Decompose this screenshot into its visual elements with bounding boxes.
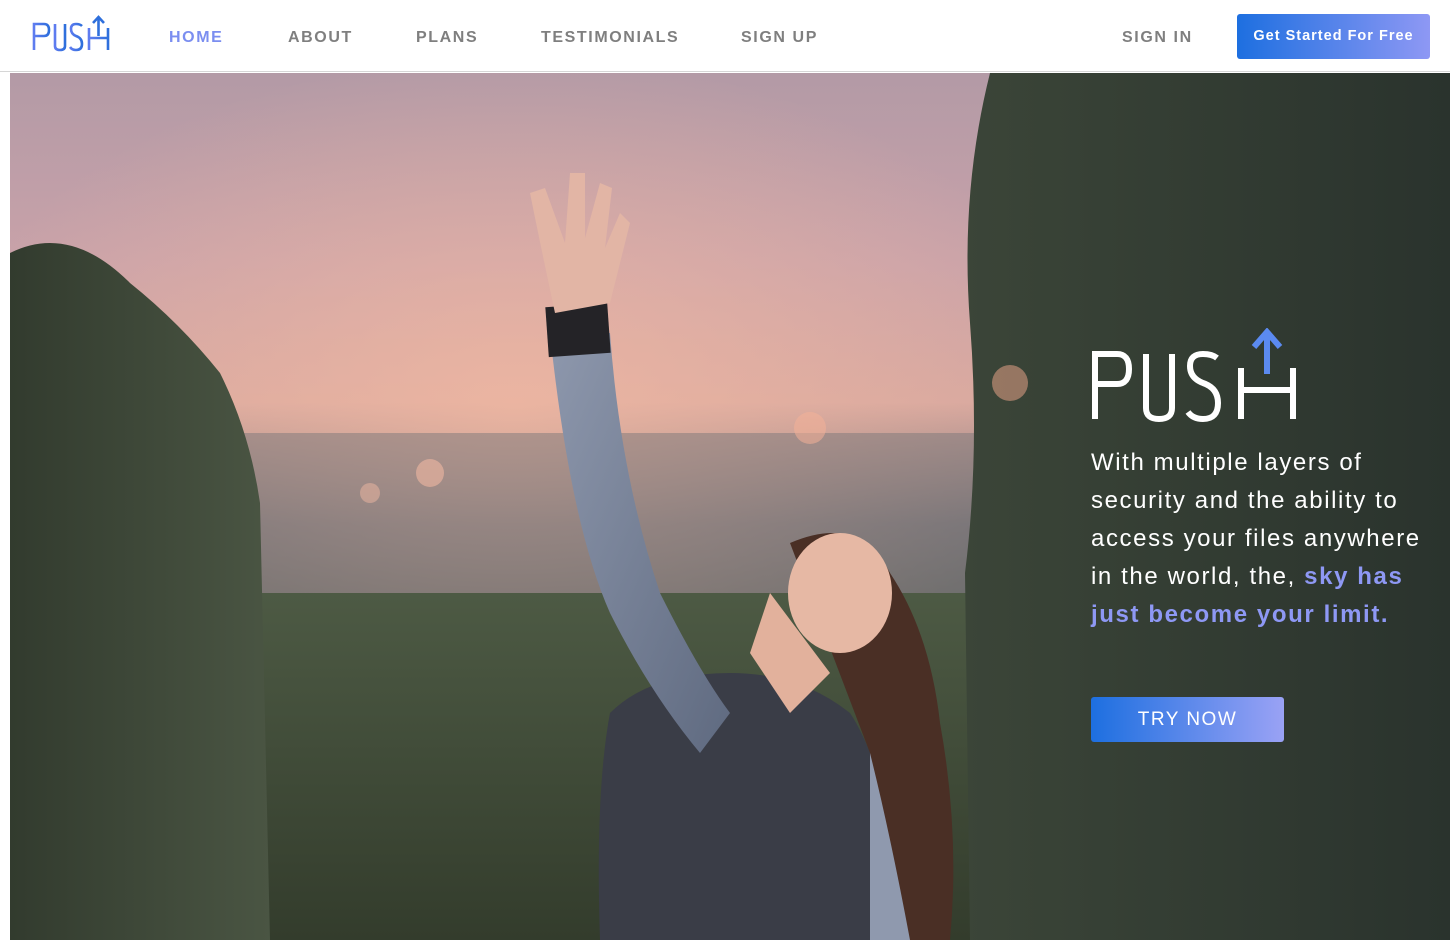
hero-description: With multiple layers of security and the…	[1091, 444, 1431, 634]
push-logo[interactable]	[32, 14, 116, 54]
nav-plans[interactable]: PLANS	[416, 29, 478, 47]
try-now-button[interactable]: TRY NOW	[1091, 697, 1284, 742]
nav-about[interactable]: ABOUT	[288, 29, 353, 47]
nav-home[interactable]: HOME	[169, 29, 223, 47]
nav-sign-up[interactable]: SIGN UP	[741, 29, 818, 47]
nav-testimonials[interactable]: TESTIMONIALS	[541, 29, 679, 47]
site-header: HOME ABOUT PLANS TESTIMONIALS SIGN UP SI…	[0, 0, 1450, 72]
get-started-button[interactable]: Get Started For Free	[1237, 14, 1430, 59]
hero-section: With multiple layers of security and the…	[10, 73, 1450, 940]
nav-sign-in[interactable]: SIGN IN	[1122, 29, 1193, 47]
hero-push-logo	[1091, 327, 1301, 423]
